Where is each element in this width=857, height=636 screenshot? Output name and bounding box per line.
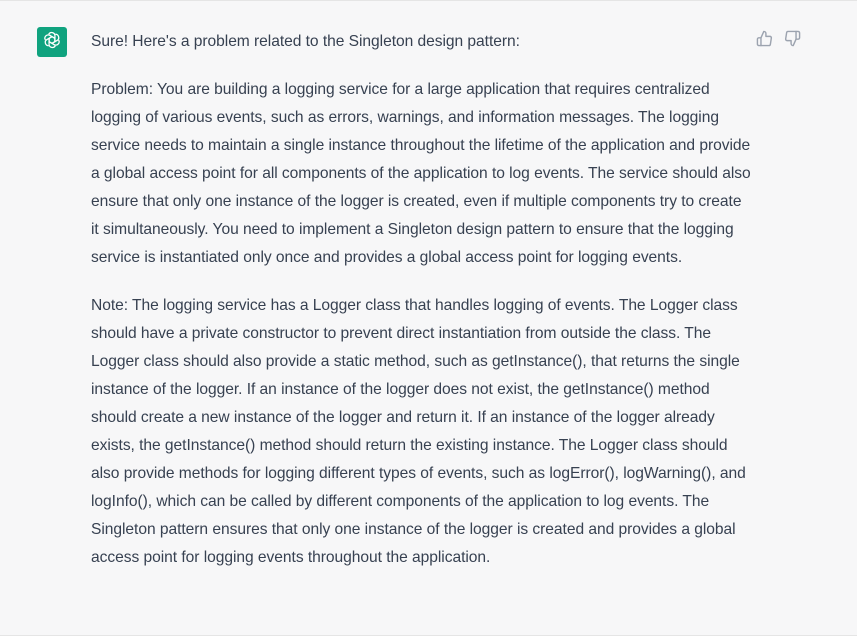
thumbs-down-button[interactable] xyxy=(783,30,802,52)
thumbs-down-icon xyxy=(784,30,801,52)
thumbs-up-button[interactable] xyxy=(755,30,774,52)
message-content: Sure! Here's a problem related to the Si… xyxy=(91,28,751,572)
message-intro: Sure! Here's a problem related to the Si… xyxy=(91,33,520,50)
message-note-paragraph: Note: The logging service has a Logger c… xyxy=(91,297,746,566)
feedback-controls xyxy=(755,30,802,52)
message-problem-paragraph: Problem: You are building a logging serv… xyxy=(91,81,751,266)
openai-logo-icon xyxy=(41,29,63,56)
thumbs-up-icon xyxy=(756,30,773,52)
assistant-message: Sure! Here's a problem related to the Si… xyxy=(0,0,857,636)
assistant-avatar xyxy=(37,27,67,57)
